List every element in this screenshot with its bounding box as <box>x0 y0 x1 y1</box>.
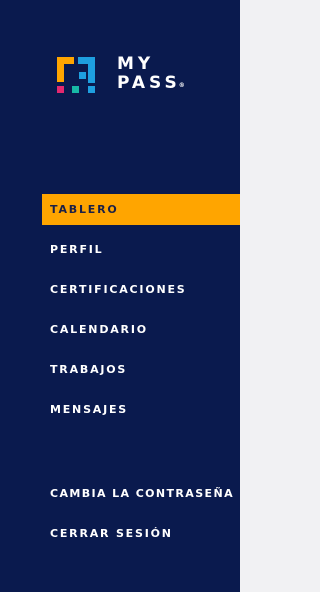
nav-item-tablero[interactable]: TABLERO <box>42 194 251 225</box>
nav-item-calendario[interactable]: CALENDARIO <box>42 314 148 345</box>
brand-logo[interactable]: MY PASS® <box>57 55 197 95</box>
change-password-link[interactable]: CAMBIA LA CONTRASEÑA <box>42 478 234 509</box>
nav-item-mensajes[interactable]: MENSAJES <box>42 394 128 425</box>
registered-mark: ® <box>178 82 185 89</box>
nav-item-label: TABLERO <box>50 203 119 216</box>
logout-link[interactable]: CERRAR SESIÓN <box>42 518 173 549</box>
logout-label: CERRAR SESIÓN <box>50 527 173 540</box>
mypass-logo-icon <box>57 57 95 93</box>
sidebar: MY PASS® TABLERO PERFIL CERTIFICACIONES … <box>0 0 251 592</box>
nav-item-certificaciones[interactable]: CERTIFICACIONES <box>42 274 187 305</box>
nav-item-trabajos[interactable]: TRABAJOS <box>42 354 127 385</box>
nav-item-label: PERFIL <box>50 243 104 256</box>
brand-line-1: MY <box>117 54 155 74</box>
nav-item-label: TRABAJOS <box>50 363 128 376</box>
main-content-area <box>240 0 290 592</box>
nav-item-label: CALENDARIO <box>50 323 148 336</box>
change-password-label: CAMBIA LA CONTRASEÑA <box>50 487 234 500</box>
nav-item-label: MENSAJES <box>50 403 129 416</box>
brand-line-2-wrap: PASS® <box>117 74 187 93</box>
brand-wordmark: MY PASS® <box>117 55 187 93</box>
nav-item-label: CERTIFICACIONES <box>50 283 187 296</box>
brand-line-2: PASS <box>117 73 181 93</box>
nav-item-perfil[interactable]: PERFIL <box>42 234 103 265</box>
